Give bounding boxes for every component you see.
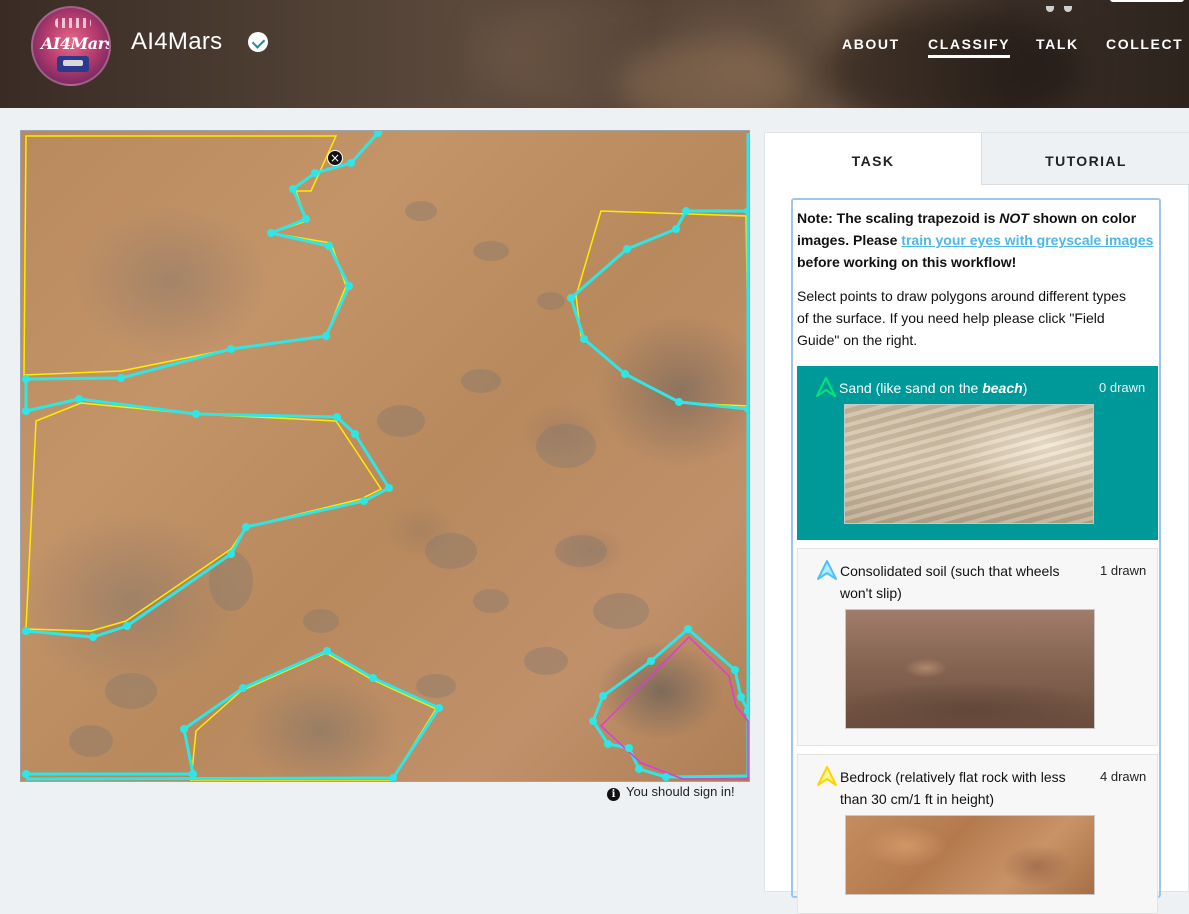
sign-in-message: You should sign in!: [626, 784, 735, 799]
sand-example-image: [844, 404, 1094, 524]
logo-text: AI4Mars: [41, 34, 111, 53]
project-header: AI4Mars AI4Mars ABOUT CLASSIFY TALK COLL…: [0, 0, 1189, 108]
tool-option-consolidated-soil[interactable]: Consolidated soil (such that wheels won'…: [797, 548, 1158, 746]
delete-vertex-icon[interactable]: ×: [327, 150, 343, 166]
task-note: Note: The scaling trapezoid is NOT shown…: [797, 207, 1157, 273]
nav-talk[interactable]: TALK: [1036, 36, 1079, 52]
soil-example-image: [845, 609, 1095, 729]
drawn-count: 1 drawn: [1100, 563, 1147, 578]
project-logo[interactable]: AI4Mars: [31, 6, 111, 86]
tool-label: Bedrock (relatively flat rock with less …: [840, 769, 1066, 807]
tool-label: Consolidated soil (such that wheels won'…: [840, 563, 1060, 601]
magenta-polygon[interactable]: [599, 635, 749, 780]
tab-task[interactable]: TASK: [765, 133, 981, 185]
arrow-marker-icon: [817, 560, 837, 580]
note-suffix: before working on this workflow!: [797, 254, 1017, 270]
nav-collect[interactable]: COLLECT: [1106, 36, 1183, 52]
top-icons[interactable]: [1046, 0, 1086, 12]
note-prefix: Note: The scaling trapezoid is: [797, 210, 1000, 226]
rover-icon: [57, 56, 89, 72]
verified-badge-icon: [248, 32, 268, 52]
rock-texture: [69, 201, 649, 757]
arrow-marker-icon: [817, 766, 837, 786]
task-panel: TASK TUTORIAL Note: The scaling trapezoi…: [764, 132, 1189, 914]
header-background-texture: [820, 10, 1080, 108]
tool-option-sand[interactable]: Sand (like sand on the beach) 0 drawn: [797, 366, 1158, 540]
project-title[interactable]: AI4Mars: [131, 28, 222, 56]
greyscale-training-link[interactable]: train your eyes with greyscale images: [901, 232, 1153, 248]
nav-about[interactable]: ABOUT: [842, 36, 900, 52]
nav-classify[interactable]: CLASSIFY: [928, 36, 1011, 58]
info-icon: i: [607, 788, 620, 801]
tool-option-bedrock[interactable]: Bedrock (relatively flat rock with less …: [797, 754, 1158, 914]
tab-tutorial[interactable]: TUTORIAL: [981, 133, 1189, 185]
top-button[interactable]: [1110, 0, 1184, 2]
task-area: Note: The scaling trapezoid is NOT shown…: [791, 198, 1161, 914]
drawn-count: 4 drawn: [1100, 769, 1147, 784]
tool-label: Sand (like sand on the beach): [839, 380, 1028, 396]
arrow-marker-icon: [816, 377, 836, 397]
sign-in-notice: i You should sign in!: [607, 784, 735, 801]
task-instructions: Select points to draw polygons around di…: [797, 288, 1126, 348]
subject-image-viewer[interactable]: ×: [20, 130, 750, 782]
note-emphasis: NOT: [999, 210, 1029, 226]
logo-decoration: [55, 18, 91, 28]
annotation-layer[interactable]: [21, 131, 750, 782]
bedrock-example-image: [845, 815, 1095, 895]
drawn-count: 0 drawn: [1099, 380, 1146, 395]
